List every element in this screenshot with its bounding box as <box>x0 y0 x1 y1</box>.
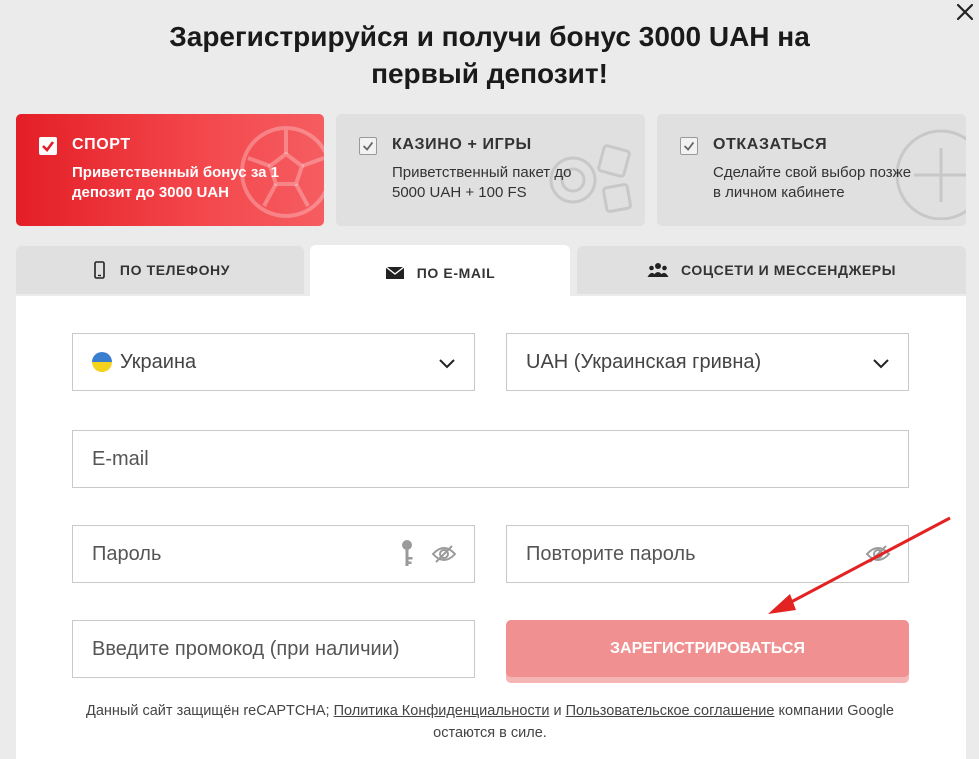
bonus-card-description: Сделайте свой выбор позже в личном кабин… <box>713 163 943 203</box>
bonus-desc-line-1: Приветственный бонус за 1 <box>72 164 279 181</box>
email-input[interactable] <box>92 447 392 471</box>
tab-phone-label: ПО ТЕЛЕФОНУ <box>119 262 231 278</box>
currency-select[interactable]: UAH (Украинская гривна) <box>506 333 909 391</box>
chevron-down-icon <box>873 359 889 369</box>
bonus-card-title: СПОРТ <box>72 136 131 153</box>
country-select[interactable]: Украина <box>72 333 475 391</box>
legal-text: Данный сайт защищён reCAPTCHA; <box>86 703 330 719</box>
promo-code-field[interactable] <box>72 620 475 678</box>
ukraine-flag-icon <box>92 352 112 372</box>
annotation-arrow <box>768 516 951 614</box>
password-input[interactable] <box>92 542 392 566</box>
check-icon[interactable] <box>39 137 57 155</box>
bonus-desc-line-2: депозит до 3000 UAH <box>72 184 229 201</box>
eye-slash-icon[interactable] <box>431 544 457 564</box>
people-icon <box>647 263 669 277</box>
country-value: Украина <box>120 350 197 373</box>
currency-value: UAH (Украинская гривна) <box>526 350 762 373</box>
legal-line-2: остаются в силе. <box>433 725 547 741</box>
tab-social[interactable]: СОЦСЕТИ И МЕССЕНДЖЕРЫ <box>577 246 966 294</box>
email-field[interactable] <box>72 430 909 488</box>
envelope-icon <box>385 266 405 279</box>
title-line-2: первый депозит! <box>371 58 608 89</box>
bonus-card-refuse[interactable]: ОТКАЗАТЬСЯ Сделайте свой выбор позже в л… <box>657 114 966 226</box>
bonus-card-title: КАЗИНО + ИГРЫ <box>392 136 532 153</box>
legal-text-end: компании Google <box>778 703 894 719</box>
chevron-down-icon <box>439 359 455 369</box>
tab-phone[interactable]: ПО ТЕЛЕФОНУ <box>16 246 304 294</box>
bonus-desc-line-1: Сделайте свой выбор позже <box>713 164 912 181</box>
legal-and: и <box>553 703 562 719</box>
phone-icon <box>94 261 105 279</box>
bonus-desc-line-2: 5000 UAH + 100 FS <box>392 184 527 201</box>
page-title: Зарегистрируйся и получи бонус 3000 UAH … <box>0 18 979 92</box>
tab-email[interactable]: ПО E-MAIL <box>310 245 570 301</box>
tab-social-label: СОЦСЕТИ И МЕССЕНДЖЕРЫ <box>680 262 897 278</box>
password-field[interactable] <box>72 525 475 583</box>
bonus-card-description: Приветственный пакет до 5000 UAH + 100 F… <box>392 163 622 203</box>
check-icon[interactable] <box>359 137 377 155</box>
bonus-card-casino[interactable]: КАЗИНО + ИГРЫ Приветственный пакет до 50… <box>336 114 645 226</box>
tab-email-label: ПО E-MAIL <box>416 265 496 281</box>
recaptcha-notice: Данный сайт защищён reCAPTCHA; Политика … <box>55 700 925 744</box>
check-icon[interactable] <box>680 137 698 155</box>
privacy-policy-link[interactable]: Политика Конфиденциальности <box>334 703 550 719</box>
title-line-1: Зарегистрируйся и получи бонус 3000 UAH … <box>169 21 810 52</box>
bonus-desc-line-2: в личном кабинете <box>713 184 845 201</box>
key-icon[interactable] <box>399 539 415 569</box>
bonus-card-sport[interactable]: СПОРТ Приветственный бонус за 1 депозит … <box>16 114 324 226</box>
register-button[interactable]: ЗАРЕГИСТРИРОВАТЬСЯ <box>506 620 909 677</box>
terms-link[interactable]: Пользовательское соглашение <box>566 703 775 719</box>
register-button-label: ЗАРЕГИСТРИРОВАТЬСЯ <box>610 639 805 657</box>
bonus-desc-line-1: Приветственный пакет до <box>392 164 572 181</box>
bonus-card-title: ОТКАЗАТЬСЯ <box>713 136 828 153</box>
bonus-card-description: Приветственный бонус за 1 депозит до 300… <box>72 163 302 203</box>
promo-code-input[interactable] <box>92 637 462 661</box>
